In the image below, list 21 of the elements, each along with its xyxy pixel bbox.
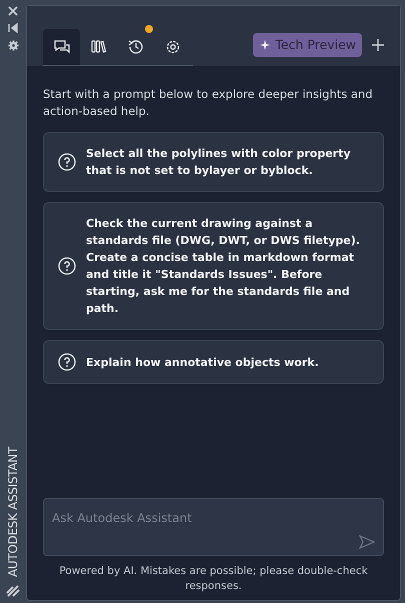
help-icon — [58, 153, 76, 171]
prompt-card[interactable]: Select all the polylines with color property that is not set to bylayer or byblock. — [43, 132, 384, 192]
help-icon — [58, 257, 76, 275]
panel-title: AUTODESK ASSISTANT — [5, 446, 21, 577]
input-field[interactable]: Ask Autodesk Assistant — [43, 498, 384, 556]
tab[interactable] — [43, 29, 80, 65]
intro-text: Start with a prompt below to explore deeper insights and action-based help. — [43, 86, 374, 120]
prompt-card[interactable]: Check the current drawing against a standards file (DWG, DWT, or DWS filetype). Create a concise table in markdown format and title it "Standards Issues". Before starting, ask me for the standards file and path. — [43, 202, 384, 330]
send-icon[interactable] — [359, 535, 375, 549]
sparkle-icon — [259, 39, 272, 51]
history-icon — [126, 38, 144, 56]
settings-icon[interactable] — [8, 40, 18, 51]
disclaimer-text: Powered by AI. Mistakes are possible; please double-check responses. — [58, 564, 369, 594]
prompt-card[interactable]: Explain how annotative objects work. — [43, 340, 384, 384]
input-field[interactable]: Ask Autodesk Assistant — [52, 509, 375, 527]
help-icon — [58, 353, 76, 371]
resize-grip-icon[interactable] — [6, 585, 20, 597]
plus-icon[interactable] — [372, 39, 384, 51]
collapse-icon[interactable] — [8, 23, 18, 33]
close-icon[interactable] — [8, 6, 18, 16]
chat-icon — [52, 38, 70, 56]
